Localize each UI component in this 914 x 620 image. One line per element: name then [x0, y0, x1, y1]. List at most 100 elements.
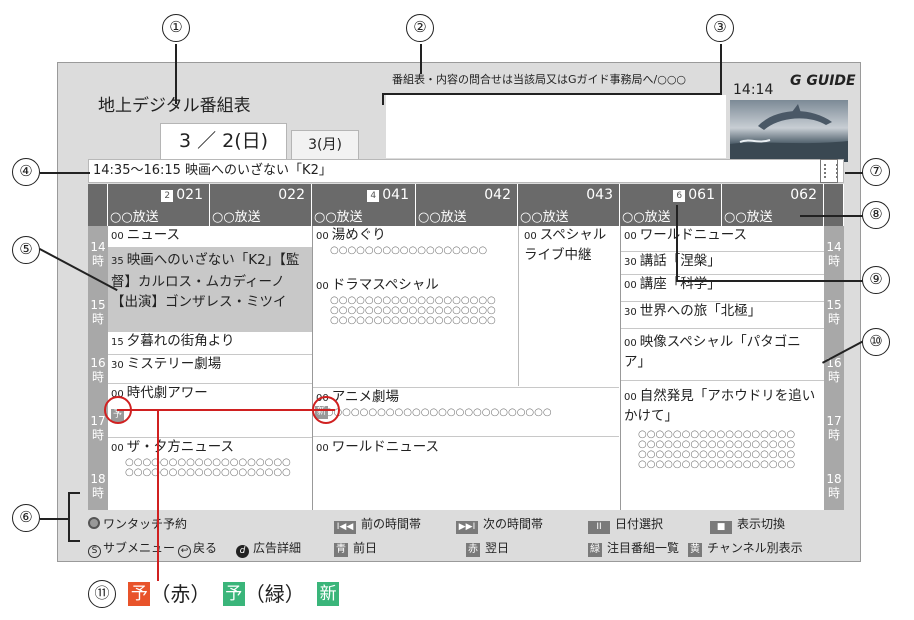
legend-label-green: （緑） [244, 582, 305, 606]
program-grid: 2 021 ○○放送 022 ○○放送 4 041 ○○放送 042 ○○放送 04… [88, 184, 844, 510]
prev-time-hint: I◀◀ 前の時間帯 [334, 515, 421, 534]
skip-forward-icon: ▶▶I [456, 521, 478, 534]
skip-back-icon: I◀◀ [334, 521, 356, 534]
program-cell[interactable]: 00 湯めぐり ○○○○○○○○○○○○○○○○○○ [313, 226, 515, 274]
hour-label: 14 時 [90, 240, 106, 268]
tab-date-current[interactable]: 3 ／ 2(日) [160, 123, 287, 159]
channel-header-061[interactable]: 6 061 ○○放送 [620, 184, 722, 226]
program-cell[interactable]: 30 ミステリー劇場 [108, 355, 312, 384]
d-button-icon: d [236, 545, 249, 558]
date-select-hint: II 日付選択 [588, 515, 663, 534]
green-key-hint: 緑注目番組一覧 [588, 541, 680, 557]
icon-legend: ⑪ 予（赤） 予（緑） 新 [88, 578, 340, 608]
new-program-legend-icon: 新 [317, 582, 340, 606]
callout-line-6b [68, 540, 80, 542]
callout-3: ③ [706, 14, 734, 42]
callout-10: ⑩ [862, 328, 890, 356]
submenu-hint: S サブメニュー [88, 539, 175, 558]
yellow-key-icon: 黄 [688, 543, 702, 557]
back-hint: ↩ 戻る [178, 539, 217, 558]
channel-number: 061 [688, 187, 715, 203]
program-cell[interactable]: 00 ザ・夕方ニュース ○○○○○○○○○○○○○○○○○○○ ○○○○○○○○○… [108, 438, 312, 510]
stop-icon: ■ [710, 521, 732, 534]
channel-number: 022 [278, 187, 305, 203]
callout-line-6v [68, 492, 70, 540]
program-cell[interactable]: 00 アニメ劇場 ○○○○○○○○○○○○○○○○○○○○○○○○○○○ 新 [313, 387, 619, 437]
channel-name: ○○放送 [520, 210, 569, 225]
program-cell-selected[interactable]: 35 映画へのいざない「K2」【監督】カルロス・ムカディーノ【出演】ゴンザレス・ミ… [108, 248, 312, 332]
remote-key-badge: 4 [367, 190, 380, 202]
program-cell[interactable]: 00 映像スペシャル「パタゴニア」 [621, 329, 824, 381]
program-cell[interactable]: 00 ワールドニュース [621, 226, 824, 252]
callout-ring-new [312, 396, 340, 424]
callout-line-1 [175, 44, 177, 104]
callout-line-6t [68, 492, 80, 494]
program-cell[interactable]: 15 夕暮れの街角より [108, 332, 312, 355]
header-corner [88, 184, 108, 226]
channel-name: ○○放送 [724, 210, 773, 225]
remote-key-badge: 6 [673, 190, 686, 202]
callout-line-9v [676, 205, 678, 280]
program-preview-thumbnail [730, 100, 848, 162]
callout-5: ⑤ [12, 236, 40, 264]
s-button-icon: S [88, 545, 101, 558]
channel-name: ○○放送 [110, 210, 159, 225]
tab-date-next[interactable]: 3(月) [291, 130, 359, 159]
callout-6: ⑥ [12, 504, 40, 532]
callout-8: ⑧ [862, 201, 890, 229]
program-cell[interactable]: 30 世界への旅「北極」 [621, 302, 824, 329]
program-cell[interactable]: 00 自然発見「アホウドリを追いかけて」 ○○○○○○○○○○○○○○○○○○ ○… [621, 381, 824, 510]
channel-header-021[interactable]: 2 021 ○○放送 [108, 184, 210, 226]
channel-header-042[interactable]: 042 ○○放送 [416, 184, 518, 226]
remote-key-badge: 2 [161, 190, 174, 202]
blue-key-icon: 青 [334, 543, 348, 557]
red-key-icon: 赤 [466, 543, 480, 557]
clock: 14:14 [733, 82, 774, 98]
hour-label: 17 時 [826, 414, 842, 442]
header-corner [824, 184, 844, 226]
pause-icon: II [588, 521, 610, 534]
callout-1: ① [162, 14, 190, 42]
legend-label-red: （赤） [150, 582, 211, 606]
inquiry-notice: 番組表・内容の問合せは当該局又はGガイド事務局へ/○○○ [392, 73, 687, 86]
program-cell[interactable]: 00 ワールドニュース [313, 438, 619, 510]
gguide-logo: G GUIDE [790, 73, 856, 89]
time-column-right: 14 時 15 時 16 時 17 時 18 時 [824, 226, 844, 510]
red-key-hint: 赤翌日 [466, 541, 510, 557]
callout-line-3 [720, 44, 722, 94]
yellow-key-hint: 黄チャンネル別表示 [688, 541, 803, 557]
callout-line-11v [157, 409, 159, 581]
channel-name: ○○放送 [212, 210, 261, 225]
reserve-green-icon: 予 [222, 582, 245, 606]
program-cell[interactable]: 00 ドラマスペシャル ○○○○○○○○○○○○○○○○○○○ ○○○○○○○○○… [313, 276, 515, 386]
hour-label: 15 時 [826, 298, 842, 326]
callout-9: ⑨ [862, 266, 890, 294]
channel-header-022[interactable]: 022 ○○放送 [210, 184, 312, 226]
hour-label: 15 時 [90, 298, 106, 326]
program-cell[interactable]: 30 講話「涅槃」 [621, 252, 824, 275]
ad-banner-area[interactable] [386, 95, 726, 158]
back-icon: ↩ [178, 545, 191, 558]
hour-label: 17 時 [90, 414, 106, 442]
program-guide-screen: 地上デジタル番組表 番組表・内容の問合せは当該局又はGガイド事務局へ/○○○ 1… [57, 62, 861, 562]
hour-label: 18 時 [90, 472, 106, 500]
program-cell[interactable]: 00 スペシャル ライブ中継 [519, 226, 619, 386]
hour-label: 18 時 [826, 472, 842, 500]
callout-2: ② [406, 14, 434, 42]
blue-key-hint: 青前日 [334, 541, 378, 557]
channel-number: 062 [790, 187, 817, 203]
callout-11: ⑪ [88, 580, 116, 608]
channel-header-041[interactable]: 4 041 ○○放送 [312, 184, 416, 226]
channel-number: 042 [484, 187, 511, 203]
program-cell[interactable]: 00 ニュース [108, 226, 312, 248]
channel-name: ○○放送 [622, 210, 671, 225]
hour-label: 16 時 [90, 356, 106, 384]
record-button-icon [88, 517, 100, 529]
program-cell[interactable]: 00 時代劇アワー 予 [108, 384, 312, 438]
callout-7: ⑦ [862, 158, 890, 186]
channel-name: ○○放送 [314, 210, 363, 225]
channel-header-062[interactable]: 062 ○○放送 [722, 184, 824, 226]
callout-line-2 [420, 44, 422, 74]
channel-header-043[interactable]: 043 ○○放送 [518, 184, 620, 226]
callout-ring-reserve [104, 396, 132, 424]
